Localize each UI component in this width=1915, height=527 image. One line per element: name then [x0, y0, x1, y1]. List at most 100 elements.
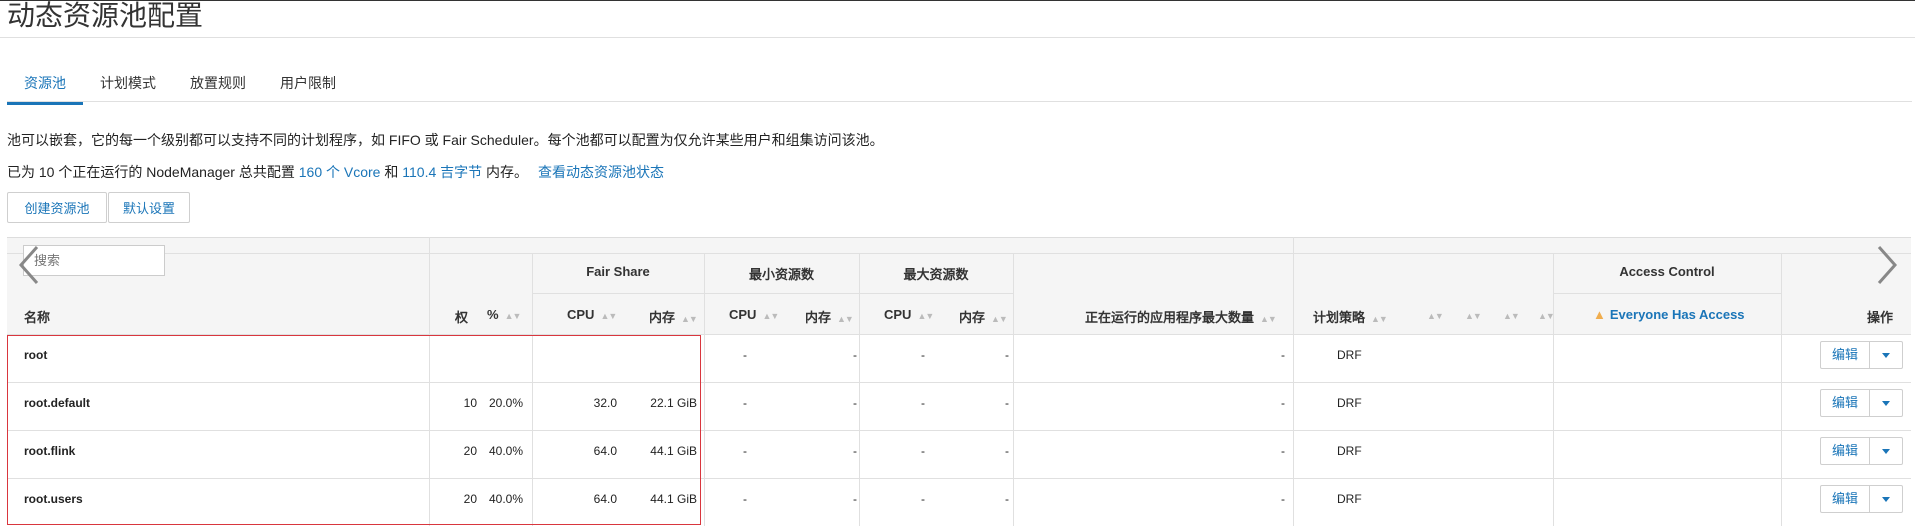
sort-icon: ▲▼ — [1260, 314, 1277, 324]
edit-button[interactable]: 编辑 — [1820, 341, 1870, 369]
col-max-apps[interactable]: 正在运行的应用程序最大数量 ▲▼ — [1085, 307, 1277, 326]
col-max-cpu[interactable]: CPU ▲▼ — [884, 307, 934, 322]
percent: 40.0% — [488, 492, 523, 506]
pool-name[interactable]: root.flink — [24, 431, 75, 479]
min-cpu: - — [743, 444, 747, 458]
min-cpu: - — [743, 348, 747, 362]
max-cpu: - — [921, 492, 925, 506]
edit-group: 编辑 — [1820, 389, 1910, 417]
fair-share-mem: 22.1 GiB — [650, 396, 697, 410]
col-max-cpu-label: CPU — [884, 307, 912, 322]
percent: 20.0% — [488, 396, 523, 410]
col-fs-cpu[interactable]: CPU ▲▼ — [567, 307, 617, 322]
max-cpu: - — [921, 396, 925, 410]
tab-schedule-mode[interactable]: 计划模式 — [83, 64, 173, 102]
min-cpu: - — [743, 396, 747, 410]
col-everyone-access[interactable]: ▲ Everyone Has Access — [1593, 307, 1745, 322]
table-row: root.default 10 20.0% 32.0 22.1 GiB - - … — [7, 382, 1911, 431]
title-divider — [0, 37, 1915, 38]
max-cpu: - — [921, 444, 925, 458]
edit-group: 编辑 — [1820, 341, 1910, 369]
col-policy[interactable]: 计划策略 ▲▼ — [1313, 307, 1388, 326]
col-max-mem[interactable]: 内存 ▲▼ — [959, 307, 1008, 326]
view-pool-status-link[interactable]: 查看动态资源池状态 — [538, 164, 664, 180]
header-top-rule — [7, 253, 1911, 254]
sort-icon: ▲▼ — [1538, 311, 1555, 321]
group-max-resources: 最大资源数 — [903, 267, 969, 282]
group-underline — [1553, 293, 1782, 294]
fair-share-cpu: 64.0 — [593, 444, 617, 458]
col-min-cpu[interactable]: CPU ▲▼ — [729, 307, 779, 322]
chevron-right-icon[interactable] — [1871, 243, 1901, 287]
table-row: root.flink 20 40.0% 64.0 44.1 GiB - - - … — [7, 430, 1911, 479]
memory-link[interactable]: 110.4 吉字节 — [402, 164, 482, 180]
col-weight-label: 权 — [455, 310, 469, 325]
col-actions: 操作 — [1867, 310, 1894, 325]
sort-icon: ▲▼ — [837, 314, 854, 324]
col-policy-label: 计划策略 — [1313, 310, 1366, 325]
weight: 20 — [463, 492, 477, 506]
chevron-left-icon[interactable] — [15, 243, 45, 287]
pool-name[interactable]: root.users — [24, 479, 83, 527]
max-apps: - — [1281, 492, 1285, 506]
sort-icon: ▲▼ — [1427, 311, 1444, 321]
tab-resource-pools[interactable]: 资源池 — [7, 64, 83, 105]
tab-user-limits[interactable]: 用户限制 — [263, 64, 353, 102]
group-min-resources: 最小资源数 — [748, 267, 814, 282]
everyone-access-label: Everyone Has Access — [1609, 307, 1745, 322]
percent: 40.0% — [488, 444, 523, 458]
policy: DRF — [1337, 396, 1362, 410]
default-settings-button[interactable]: 默认设置 — [108, 192, 190, 223]
caret-down-icon[interactable] — [1869, 389, 1903, 417]
tab-placement-rules[interactable]: 放置规则 — [173, 64, 263, 102]
tab-bar: 资源池 计划模式 放置规则 用户限制 — [7, 64, 353, 105]
edit-group: 编辑 — [1820, 437, 1910, 465]
caret-down-icon[interactable] — [1869, 485, 1903, 513]
col-sort-extra[interactable]: ▲▼ — [1532, 307, 1555, 322]
max-apps: - — [1281, 348, 1285, 362]
caret-down-icon[interactable] — [1869, 341, 1903, 369]
sort-icon: ▲▼ — [762, 311, 779, 321]
col-min-cpu-label: CPU — [729, 307, 757, 322]
edit-button[interactable]: 编辑 — [1820, 437, 1870, 465]
cluster-summary: 已为 10 个正在运行的 NodeManager 总共配置 160 个 Vcor… — [7, 162, 664, 182]
max-apps: - — [1281, 396, 1285, 410]
min-mem: - — [853, 396, 857, 410]
policy: DRF — [1337, 444, 1362, 458]
col-fs-mem[interactable]: 内存 ▲▼ — [649, 307, 698, 326]
col-fs-mem-label: 内存 — [649, 310, 676, 325]
weight: 20 — [463, 444, 477, 458]
edit-button[interactable]: 编辑 — [1820, 389, 1870, 417]
col-min-mem[interactable]: 内存 ▲▼ — [805, 307, 854, 326]
vcore-link[interactable]: 160 个 Vcore — [299, 164, 381, 180]
sort-icon: ▲▼ — [1371, 314, 1388, 324]
warning-triangle-icon: ▲ — [1593, 307, 1606, 322]
summary-suffix: 内存。 — [482, 164, 529, 180]
col-sort-extra[interactable]: ▲▼ — [1459, 307, 1482, 322]
summary-mid: 和 — [380, 164, 403, 180]
col-sort-extra[interactable]: ▲▼ — [1497, 307, 1520, 322]
edit-group: 编辑 — [1820, 485, 1910, 513]
sort-icon: ▲▼ — [681, 314, 698, 324]
col-percent[interactable]: % ▲▼ — [487, 307, 521, 322]
table-row: root.users 20 40.0% 64.0 44.1 GiB - - - … — [7, 478, 1911, 527]
edit-button[interactable]: 编辑 — [1820, 485, 1870, 513]
col-fs-cpu-label: CPU — [567, 307, 595, 322]
caret-down-icon[interactable] — [1869, 437, 1903, 465]
max-apps: - — [1281, 444, 1285, 458]
sort-icon: ▲▼ — [991, 314, 1008, 324]
fair-share-cpu: 32.0 — [593, 396, 617, 410]
tabs-divider — [7, 101, 1912, 102]
col-name: 名称 — [24, 310, 51, 325]
fair-share-cpu: 64.0 — [593, 492, 617, 506]
pool-name[interactable]: root — [24, 335, 47, 383]
col-weight[interactable]: 权 — [455, 307, 468, 326]
top-border — [0, 0, 1915, 1]
col-sort-extra[interactable]: ▲▼ — [1421, 307, 1444, 322]
min-mem: - — [853, 492, 857, 506]
create-pool-button[interactable]: 创建资源池 — [7, 192, 107, 223]
pool-name[interactable]: root.default — [24, 383, 90, 431]
summary-prefix: 已为 10 个正在运行的 NodeManager 总共配置 — [7, 164, 299, 180]
group-underline — [532, 293, 1014, 294]
weight: 10 — [463, 396, 477, 410]
